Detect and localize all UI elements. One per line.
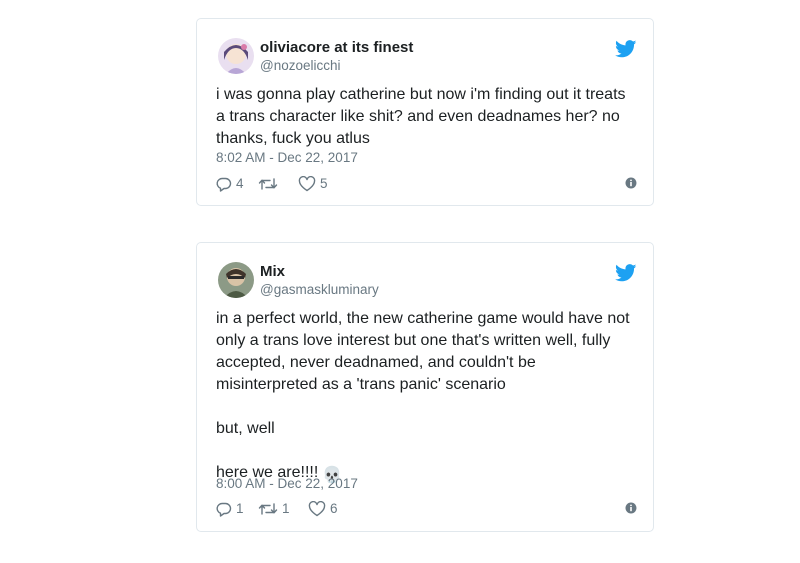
reply-count: 4 bbox=[236, 176, 244, 191]
avatar[interactable] bbox=[218, 262, 254, 298]
like-button[interactable]: 6 bbox=[308, 499, 338, 519]
reply-button[interactable]: 1 bbox=[216, 499, 244, 519]
like-count: 5 bbox=[320, 176, 328, 191]
reply-count: 1 bbox=[236, 501, 244, 516]
tweet-card[interactable]: oliviacore at its finest @nozoelicchi i … bbox=[196, 18, 654, 206]
info-icon[interactable] bbox=[625, 177, 637, 189]
info-icon[interactable] bbox=[625, 502, 637, 514]
reply-icon bbox=[216, 177, 232, 192]
tweet-header: oliviacore at its finest @nozoelicchi bbox=[218, 38, 637, 74]
tweet-timestamp[interactable]: 8:00 AM - Dec 22, 2017 bbox=[216, 475, 358, 492]
tweet-paragraph: but, well bbox=[216, 420, 275, 437]
retweet-button[interactable] bbox=[258, 174, 282, 194]
heart-icon bbox=[308, 501, 326, 517]
tweet-actions: 1 1 6 bbox=[216, 499, 637, 519]
tweet-paragraph: i was gonna play catherine but now i'm f… bbox=[216, 86, 626, 147]
avatar[interactable] bbox=[218, 38, 254, 74]
tweet-text: i was gonna play catherine but now i'm f… bbox=[216, 84, 637, 150]
user-handle[interactable]: @nozoelicchi bbox=[260, 57, 413, 74]
twitter-bird-icon[interactable] bbox=[615, 264, 637, 282]
retweet-icon bbox=[258, 503, 278, 515]
user-handle[interactable]: @gasmaskluminary bbox=[260, 281, 379, 298]
display-name[interactable]: oliviacore at its finest bbox=[260, 38, 413, 57]
retweet-icon bbox=[258, 178, 278, 190]
reply-button[interactable]: 4 bbox=[216, 174, 244, 194]
display-name[interactable]: Mix bbox=[260, 262, 379, 281]
heart-icon bbox=[298, 176, 316, 192]
tweet-text: in a perfect world, the new catherine ga… bbox=[216, 308, 637, 487]
tweet-timestamp[interactable]: 8:02 AM - Dec 22, 2017 bbox=[216, 149, 358, 166]
reply-icon bbox=[216, 502, 232, 517]
like-count: 6 bbox=[330, 501, 338, 516]
like-button[interactable]: 5 bbox=[298, 174, 328, 194]
tweet-card[interactable]: Mix @gasmaskluminary in a perfect world,… bbox=[196, 242, 654, 532]
retweet-button[interactable]: 1 bbox=[258, 499, 290, 519]
twitter-bird-icon[interactable] bbox=[615, 40, 637, 58]
retweet-count: 1 bbox=[282, 501, 290, 516]
tweet-header: Mix @gasmaskluminary bbox=[218, 262, 637, 298]
tweet-actions: 4 5 bbox=[216, 174, 637, 194]
tweet-paragraph: in a perfect world, the new catherine ga… bbox=[216, 310, 630, 393]
